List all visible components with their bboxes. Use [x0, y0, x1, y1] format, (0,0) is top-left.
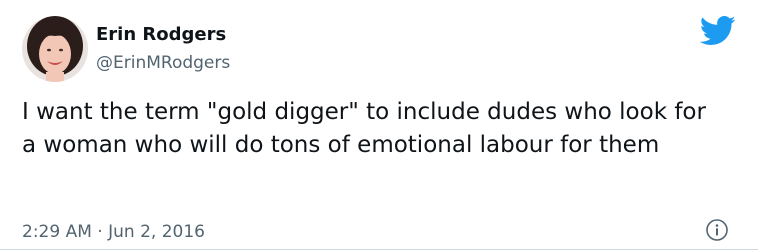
twitter-bird-icon[interactable]	[699, 16, 736, 46]
avatar[interactable]	[22, 16, 88, 82]
tweet-timestamp: 2:29 AM · Jun 2, 2016	[22, 222, 205, 242]
author-handle[interactable]: @ErinMRodgers	[96, 53, 230, 73]
author-name[interactable]: Erin Rodgers	[96, 24, 226, 45]
tweet-card: Erin Rodgers @ErinMRodgers I want the te…	[0, 0, 758, 250]
info-icon[interactable]	[705, 218, 729, 242]
avatar-photo	[22, 16, 88, 82]
timestamp-separator: ·	[97, 222, 103, 242]
tweet-time[interactable]: 2:29 AM	[22, 222, 92, 242]
tweet-text: I want the term "gold digger" to include…	[22, 99, 706, 158]
tweet-date[interactable]: Jun 2, 2016	[108, 222, 205, 242]
